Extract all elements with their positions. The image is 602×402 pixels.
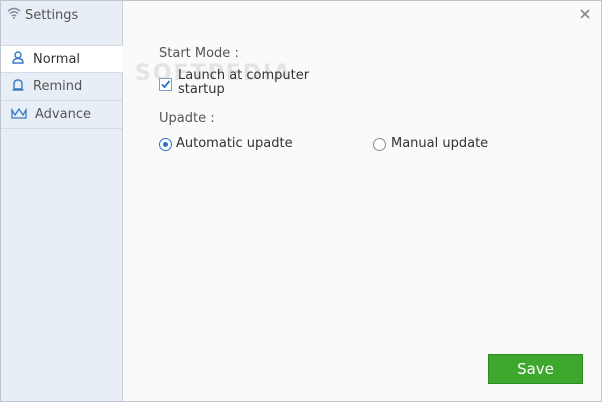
manual-update-label[interactable]: Manual update	[391, 136, 488, 151]
close-icon[interactable]	[578, 7, 592, 21]
sidebar-item-label: Advance	[35, 107, 91, 122]
settings-window: Settings Normal Remind Advance SOFTPEDIA…	[0, 0, 602, 402]
crown-icon	[11, 106, 35, 124]
wifi-icon	[7, 7, 25, 23]
sidebar: Settings Normal Remind Advance	[1, 1, 123, 401]
sidebar-nav: Normal Remind Advance	[1, 45, 123, 129]
sidebar-item-normal[interactable]: Normal	[1, 45, 123, 73]
automatic-update-label[interactable]: Automatic upadte	[176, 136, 293, 151]
sidebar-item-remind[interactable]: Remind	[1, 73, 122, 101]
manual-update-radio[interactable]	[373, 138, 386, 151]
person-icon	[11, 50, 33, 68]
launch-at-startup-label[interactable]: Launch at computer startup	[178, 69, 318, 97]
sidebar-item-advance[interactable]: Advance	[1, 101, 122, 129]
sidebar-item-label: Normal	[33, 51, 81, 67]
update-label: Upadte :	[159, 111, 215, 126]
save-button[interactable]: Save	[488, 354, 583, 384]
launch-at-startup-checkbox[interactable]	[159, 78, 172, 91]
alarm-icon	[11, 78, 33, 96]
automatic-update-radio[interactable]	[159, 138, 172, 151]
window-title-bar: Settings	[7, 6, 78, 24]
sidebar-item-label: Remind	[33, 79, 83, 94]
start-mode-label: Start Mode :	[159, 46, 239, 61]
window-title: Settings	[25, 7, 79, 23]
settings-content: SOFTPEDIA Start Mode : Launch at compute…	[123, 1, 601, 401]
